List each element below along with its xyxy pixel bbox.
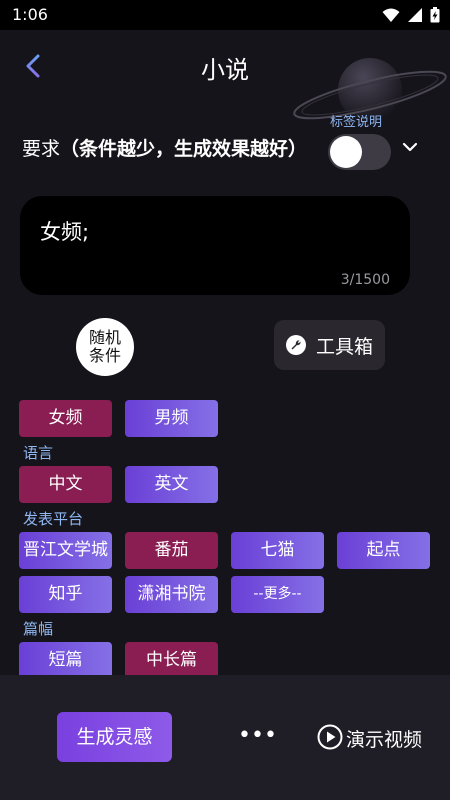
- chip-language-chinese[interactable]: 中文: [19, 466, 112, 503]
- random-conditions-line1: 随机: [88, 328, 121, 347]
- requirement-label-hint: （条件越少，生成效果越好）: [60, 138, 308, 160]
- chip-platform-jjwxc[interactable]: 晋江文学城: [19, 532, 112, 569]
- toggle-knob: [330, 136, 362, 168]
- chip-gender-female[interactable]: 女频: [19, 400, 112, 437]
- demo-video-label: 演示视频: [346, 729, 423, 751]
- tag-help-link[interactable]: 标签说明: [330, 111, 382, 130]
- wrench-icon: [286, 335, 306, 355]
- random-conditions-button[interactable]: 随机 条件: [76, 318, 134, 376]
- chip-platform-qimao[interactable]: 七猫: [231, 532, 324, 569]
- generate-inspiration-button[interactable]: 生成灵感: [57, 712, 172, 762]
- signal-icon: [407, 8, 422, 22]
- requirement-label-prefix: 要求: [22, 138, 61, 160]
- textarea-value[interactable]: 女频;: [40, 216, 89, 246]
- toolbox-button[interactable]: 工具箱: [274, 320, 385, 370]
- toolbox-label: 工具箱: [316, 336, 374, 358]
- play-circle-icon: [317, 724, 343, 750]
- chip-platform-fanqie[interactable]: 番茄: [125, 532, 218, 569]
- status-bar: 1:06: [0, 0, 450, 30]
- section-label-language: 语言: [23, 444, 54, 462]
- chip-platform-qidian[interactable]: 起点: [337, 532, 430, 569]
- chip-platform-more[interactable]: --更多--: [231, 576, 324, 613]
- requirement-label: 要求（条件越少，生成效果越好）: [22, 134, 307, 161]
- chip-platform-zhihu[interactable]: 知乎: [19, 576, 112, 613]
- random-conditions-line2: 条件: [88, 346, 121, 365]
- char-count: 3/1500: [340, 272, 390, 288]
- more-options-button[interactable]: •••: [238, 725, 277, 750]
- chip-length-medium-long[interactable]: 中长篇: [125, 642, 218, 675]
- options-panel: 女频 男频 语言 中文 英文 发表平台 晋江文学城 番茄 七猫 起点 知乎 潇湘…: [0, 390, 450, 675]
- chip-platform-xxsy[interactable]: 潇湘书院: [125, 576, 218, 613]
- battery-icon: [430, 7, 440, 23]
- chip-length-short[interactable]: 短篇: [19, 642, 112, 675]
- chip-language-english[interactable]: 英文: [125, 466, 218, 503]
- page-title: 小说: [201, 56, 249, 84]
- section-label-length: 篇幅: [23, 620, 54, 638]
- wifi-icon: [382, 8, 400, 22]
- chip-gender-male[interactable]: 男频: [125, 400, 218, 437]
- status-time: 1:06: [12, 5, 48, 24]
- requirement-textarea[interactable]: 女频; 3/1500: [20, 196, 410, 295]
- chevron-down-icon[interactable]: [400, 137, 420, 157]
- requirement-toggle[interactable]: [328, 134, 391, 170]
- status-icons: [380, 7, 440, 23]
- section-label-platform: 发表平台: [23, 510, 84, 528]
